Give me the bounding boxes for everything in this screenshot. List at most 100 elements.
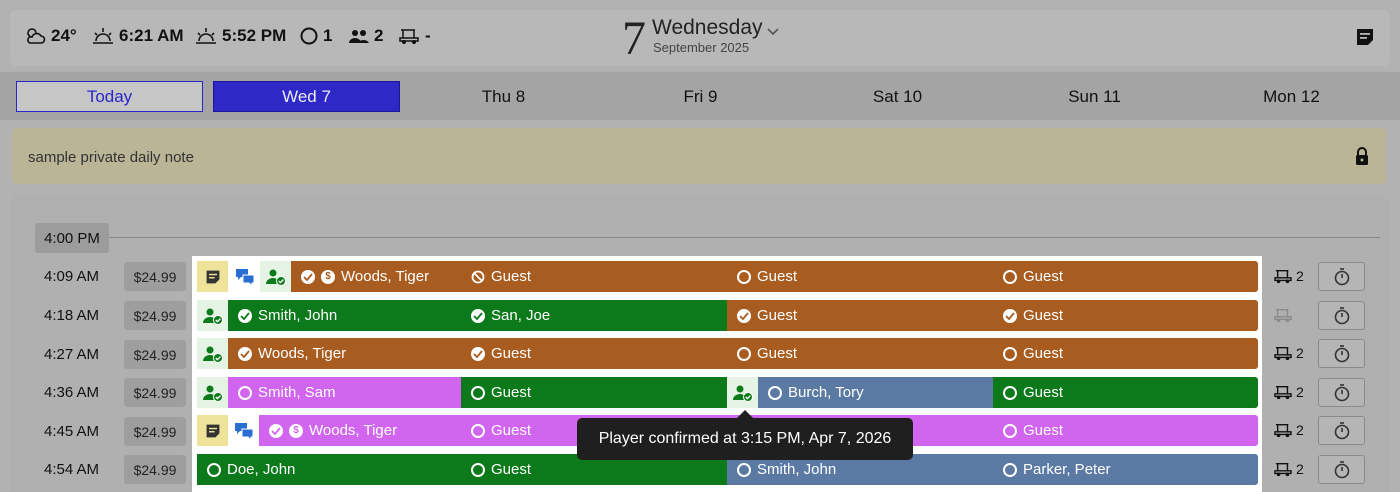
- player-slot[interactable]: Woods, Tiger: [228, 338, 461, 369]
- rounds-count: 1: [300, 26, 332, 46]
- chevron-down-icon[interactable]: [766, 28, 779, 36]
- chat-icon[interactable]: [228, 415, 259, 446]
- player-slot[interactable]: Guest: [727, 338, 993, 369]
- notes-icon[interactable]: [1355, 27, 1375, 47]
- player-slot[interactable]: Smith, Sam: [228, 377, 461, 408]
- confirmed-player-icon[interactable]: [727, 377, 758, 408]
- cart-count[interactable]: [1273, 307, 1296, 323]
- day-tab-sun-11[interactable]: Sun 11: [1001, 81, 1188, 112]
- divider: [109, 237, 1380, 238]
- check-icon: [238, 346, 252, 361]
- confirmed-player-icon[interactable]: [197, 338, 228, 369]
- player-name: Smith, John: [757, 461, 837, 478]
- player-name: Guest: [491, 461, 532, 478]
- check-icon: [301, 269, 315, 284]
- lock-icon: [1356, 147, 1368, 165]
- day-tab-wed-7[interactable]: Wed 7: [213, 81, 400, 112]
- player-slot[interactable]: Guest: [993, 261, 1258, 292]
- day-tab-mon-12[interactable]: Mon 12: [1198, 81, 1385, 112]
- row-time: 4:54 AM: [44, 461, 100, 478]
- player-name: Guest: [1023, 422, 1064, 439]
- carts-value: -: [425, 26, 431, 45]
- cart-count[interactable]: 2: [1273, 461, 1304, 477]
- day-tab-thu-8[interactable]: Thu 8: [410, 81, 597, 112]
- date-selector[interactable]: 7 Wednesday September 2025: [622, 14, 779, 64]
- cart-count[interactable]: 2: [1273, 345, 1304, 361]
- player-slot[interactable]: Guest: [993, 415, 1258, 446]
- sunset-icon: [196, 28, 216, 44]
- check-icon: [238, 308, 252, 323]
- player-slot[interactable]: Guest: [727, 300, 993, 331]
- timer-button[interactable]: [1318, 455, 1365, 484]
- sunrise-icon: [93, 28, 113, 44]
- player-slot[interactable]: Guest: [461, 338, 727, 369]
- chat-icon[interactable]: [229, 261, 260, 292]
- player-slot[interactable]: $ Woods, Tiger: [259, 415, 461, 446]
- player-slot[interactable]: Guest: [461, 261, 727, 292]
- stopwatch-icon: [1334, 267, 1349, 285]
- player-name: Woods, Tiger: [341, 268, 430, 285]
- timer-button[interactable]: [1318, 262, 1365, 291]
- timer-button[interactable]: [1318, 416, 1365, 445]
- row-price[interactable]: $24.99: [124, 455, 186, 484]
- day-tab-sat-10[interactable]: Sat 10: [804, 81, 991, 112]
- confirmed-player-icon[interactable]: [260, 261, 291, 292]
- player-slot[interactable]: Burch, Tory: [758, 377, 993, 408]
- stopwatch-icon: [1334, 460, 1349, 478]
- sunset-time: 5:52 PM: [222, 26, 287, 45]
- player-slot[interactable]: Parker, Peter: [993, 454, 1258, 485]
- round-icon: [300, 27, 318, 45]
- player-slot[interactable]: $ Woods, Tiger: [291, 261, 461, 292]
- player-slot[interactable]: Doe, John: [197, 454, 461, 485]
- player-name: Doe, John: [227, 461, 296, 478]
- player-name: Burch, Tory: [788, 384, 864, 401]
- player-slot[interactable]: San, Joe: [461, 300, 727, 331]
- partly-cloudy-icon: [27, 28, 46, 44]
- timer-button[interactable]: [1318, 378, 1365, 407]
- row-price[interactable]: $24.99: [124, 378, 186, 407]
- player-slot[interactable]: Guest: [993, 338, 1258, 369]
- stopwatch-icon: [1334, 421, 1349, 439]
- cart-count[interactable]: 2: [1273, 268, 1304, 284]
- stopwatch-icon: [1334, 344, 1349, 362]
- timer-button[interactable]: [1318, 339, 1365, 368]
- carts-count: -: [398, 26, 431, 46]
- weather-temp: 24°: [24, 26, 77, 46]
- player-slot[interactable]: Guest: [993, 377, 1258, 408]
- unconfirmed-icon: [768, 385, 782, 400]
- row-price[interactable]: $24.99: [124, 301, 186, 330]
- unconfirmed-icon: [471, 385, 485, 400]
- player-name: Guest: [491, 384, 532, 401]
- row-time: 4:09 AM: [44, 268, 100, 285]
- cart-value: 2: [1296, 384, 1304, 400]
- sunrise-time: 6:21 AM: [119, 26, 184, 45]
- unconfirmed-icon: [471, 462, 485, 477]
- daily-note[interactable]: sample private daily note: [12, 128, 1386, 184]
- player-slot[interactable]: Guest: [461, 377, 727, 408]
- confirmed-player-icon[interactable]: [197, 300, 228, 331]
- unconfirmed-icon: [1003, 269, 1017, 284]
- daily-note-text: sample private daily note: [28, 149, 194, 166]
- row-price[interactable]: $24.99: [124, 340, 186, 369]
- unconfirmed-icon: [238, 385, 252, 400]
- timer-button[interactable]: [1318, 301, 1365, 330]
- player-slot[interactable]: Guest: [727, 261, 993, 292]
- player-name: San, Joe: [491, 307, 551, 324]
- tooltip: Player confirmed at 3:15 PM, Apr 7, 2026: [577, 410, 913, 460]
- month-year: September 2025: [653, 40, 750, 55]
- player-slot[interactable]: Guest: [993, 300, 1258, 331]
- confirmed-player-icon[interactable]: [197, 377, 228, 408]
- cart-count[interactable]: 2: [1273, 384, 1304, 400]
- row-price[interactable]: $24.99: [124, 417, 186, 446]
- golf-cart-icon: [1274, 269, 1292, 284]
- player-slot[interactable]: Smith, John: [228, 300, 461, 331]
- player-name: Woods, Tiger: [309, 422, 398, 439]
- note-icon[interactable]: [197, 415, 228, 446]
- players-count: 2: [349, 26, 383, 46]
- day-tab-fri-9[interactable]: Fri 9: [607, 81, 794, 112]
- note-icon[interactable]: [197, 261, 228, 292]
- rounds-value: 1: [323, 26, 333, 45]
- today-button[interactable]: Today: [16, 81, 203, 112]
- row-price[interactable]: $24.99: [124, 262, 186, 291]
- cart-count[interactable]: 2: [1273, 422, 1304, 438]
